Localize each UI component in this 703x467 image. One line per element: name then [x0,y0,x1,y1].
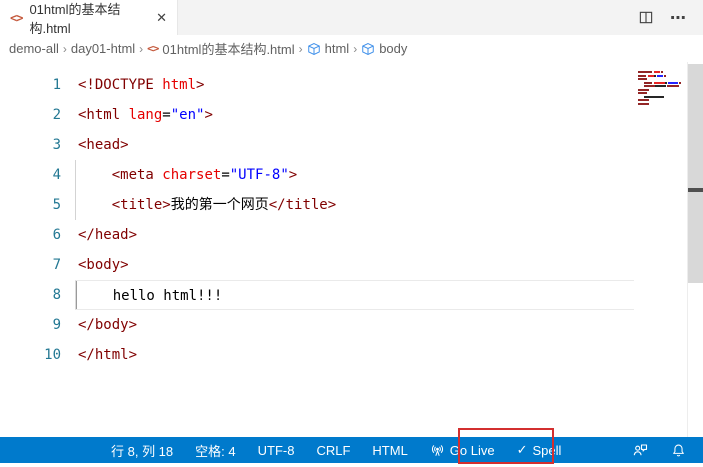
code-text[interactable]: <title>我的第一个网页</title> [75,190,634,220]
scrollbar-slider[interactable] [688,64,703,283]
indent-guide [76,281,77,309]
code-line[interactable]: 6</head> [0,220,634,250]
line-number: 5 [0,190,75,220]
vertical-scrollbar[interactable] [687,62,703,437]
language-mode-status[interactable]: HTML [361,437,418,463]
code-text[interactable]: <meta charset="UTF-8"> [75,160,634,190]
line-number: 1 [0,70,75,100]
minimap-line [638,85,687,87]
code-line[interactable]: 1<!DOCTYPE html> [0,70,634,100]
line-number: 3 [0,130,75,160]
more-actions-icon[interactable]: ⋯ [670,8,687,28]
minimap-line [638,75,687,77]
symbol-cube-icon [361,42,375,56]
feedback-icon[interactable] [621,437,660,463]
line-number: 8 [0,280,75,310]
status-bar: 行 8, 列 18 空格: 4 UTF-8 CRLF HTML Go Live … [0,437,703,463]
line-number: 6 [0,220,75,250]
breadcrumb-folder[interactable]: demo-all [9,41,59,56]
breadcrumb-symbol-html[interactable]: html [307,41,350,56]
tab-01html[interactable]: <> 01html的基本结构.html ✕ [0,0,178,35]
editor-actions: ⋯ [638,0,703,35]
notifications-bell-icon[interactable] [660,437,697,463]
editor: 1<!DOCTYPE html>2<html lang="en">3<head>… [0,62,703,437]
status-bar-right [621,437,703,463]
code-text[interactable]: </html> [75,340,634,370]
encoding-status[interactable]: UTF-8 [247,437,306,463]
code-line[interactable]: 7<body> [0,250,634,280]
minimap-line [638,82,687,84]
code-text[interactable]: <html lang="en"> [75,100,634,130]
code-text[interactable]: </head> [75,220,634,250]
chevron-right-icon: › [139,42,143,56]
minimap-line [638,71,687,73]
minimap-line [638,78,687,80]
vscode-window: { "tab": { "title": "01html的基本结构.html", … [0,0,703,467]
code-line[interactable]: 5 <title>我的第一个网页</title> [0,190,634,220]
eol-status[interactable]: CRLF [305,437,361,463]
breadcrumb-folder[interactable]: day01-html [71,41,135,56]
code-line[interactable]: 10</html> [0,340,634,370]
tab-title: 01html的基本结构.html [29,0,149,37]
code-text[interactable]: <head> [75,130,634,160]
overview-ruler-cursor-marker [688,188,703,192]
go-live-button[interactable]: Go Live [419,437,506,463]
close-tab-icon[interactable]: ✕ [156,10,167,26]
line-number: 4 [0,160,75,190]
check-icon: ✓ [517,442,528,458]
code-text[interactable]: <!DOCTYPE html> [75,70,634,100]
spell-checker-status[interactable]: ✓ Spell [506,437,573,463]
code-text[interactable]: hello html!!! [75,280,634,310]
chevron-right-icon: › [299,42,303,56]
editor-lines[interactable]: 1<!DOCTYPE html>2<html lang="en">3<head>… [0,62,634,437]
broadcast-icon [430,443,445,458]
line-number: 2 [0,100,75,130]
split-editor-icon[interactable] [638,10,654,25]
tab-bar: <> 01html的基本结构.html ✕ ⋯ [0,0,703,35]
code-line[interactable]: 3<head> [0,130,634,160]
minimap[interactable] [634,62,687,437]
breadcrumb: demo-all › day01-html › <> 01html的基本结构.h… [0,35,703,62]
indentation-status[interactable]: 空格: 4 [184,437,246,463]
chevron-right-icon: › [63,42,67,56]
code-line[interactable]: 4 <meta charset="UTF-8"> [0,160,634,190]
chevron-right-icon: › [353,42,357,56]
code-line[interactable]: 9</body> [0,310,634,340]
line-number: 9 [0,310,75,340]
minimap-line [638,103,687,105]
cursor-position-status[interactable]: 行 8, 列 18 [100,437,184,463]
code-text[interactable]: </body> [75,310,634,340]
breadcrumb-symbol-body[interactable]: body [361,41,407,56]
symbol-cube-icon [307,42,321,56]
indent-guide [75,160,76,190]
code-text[interactable]: <body> [75,250,634,280]
code-line[interactable]: 2<html lang="en"> [0,100,634,130]
minimap-line [638,89,687,91]
minimap-line [638,99,687,101]
line-number: 10 [0,340,75,370]
html-file-icon: <> [147,42,158,55]
line-number: 7 [0,250,75,280]
minimap-line [638,96,687,98]
indent-guide [75,190,76,220]
html-file-icon: <> [10,11,22,25]
breadcrumb-file[interactable]: <> 01html的基本结构.html [147,39,294,58]
code-line-current[interactable]: 8 hello html!!! [0,280,634,310]
minimap-line [638,92,687,94]
